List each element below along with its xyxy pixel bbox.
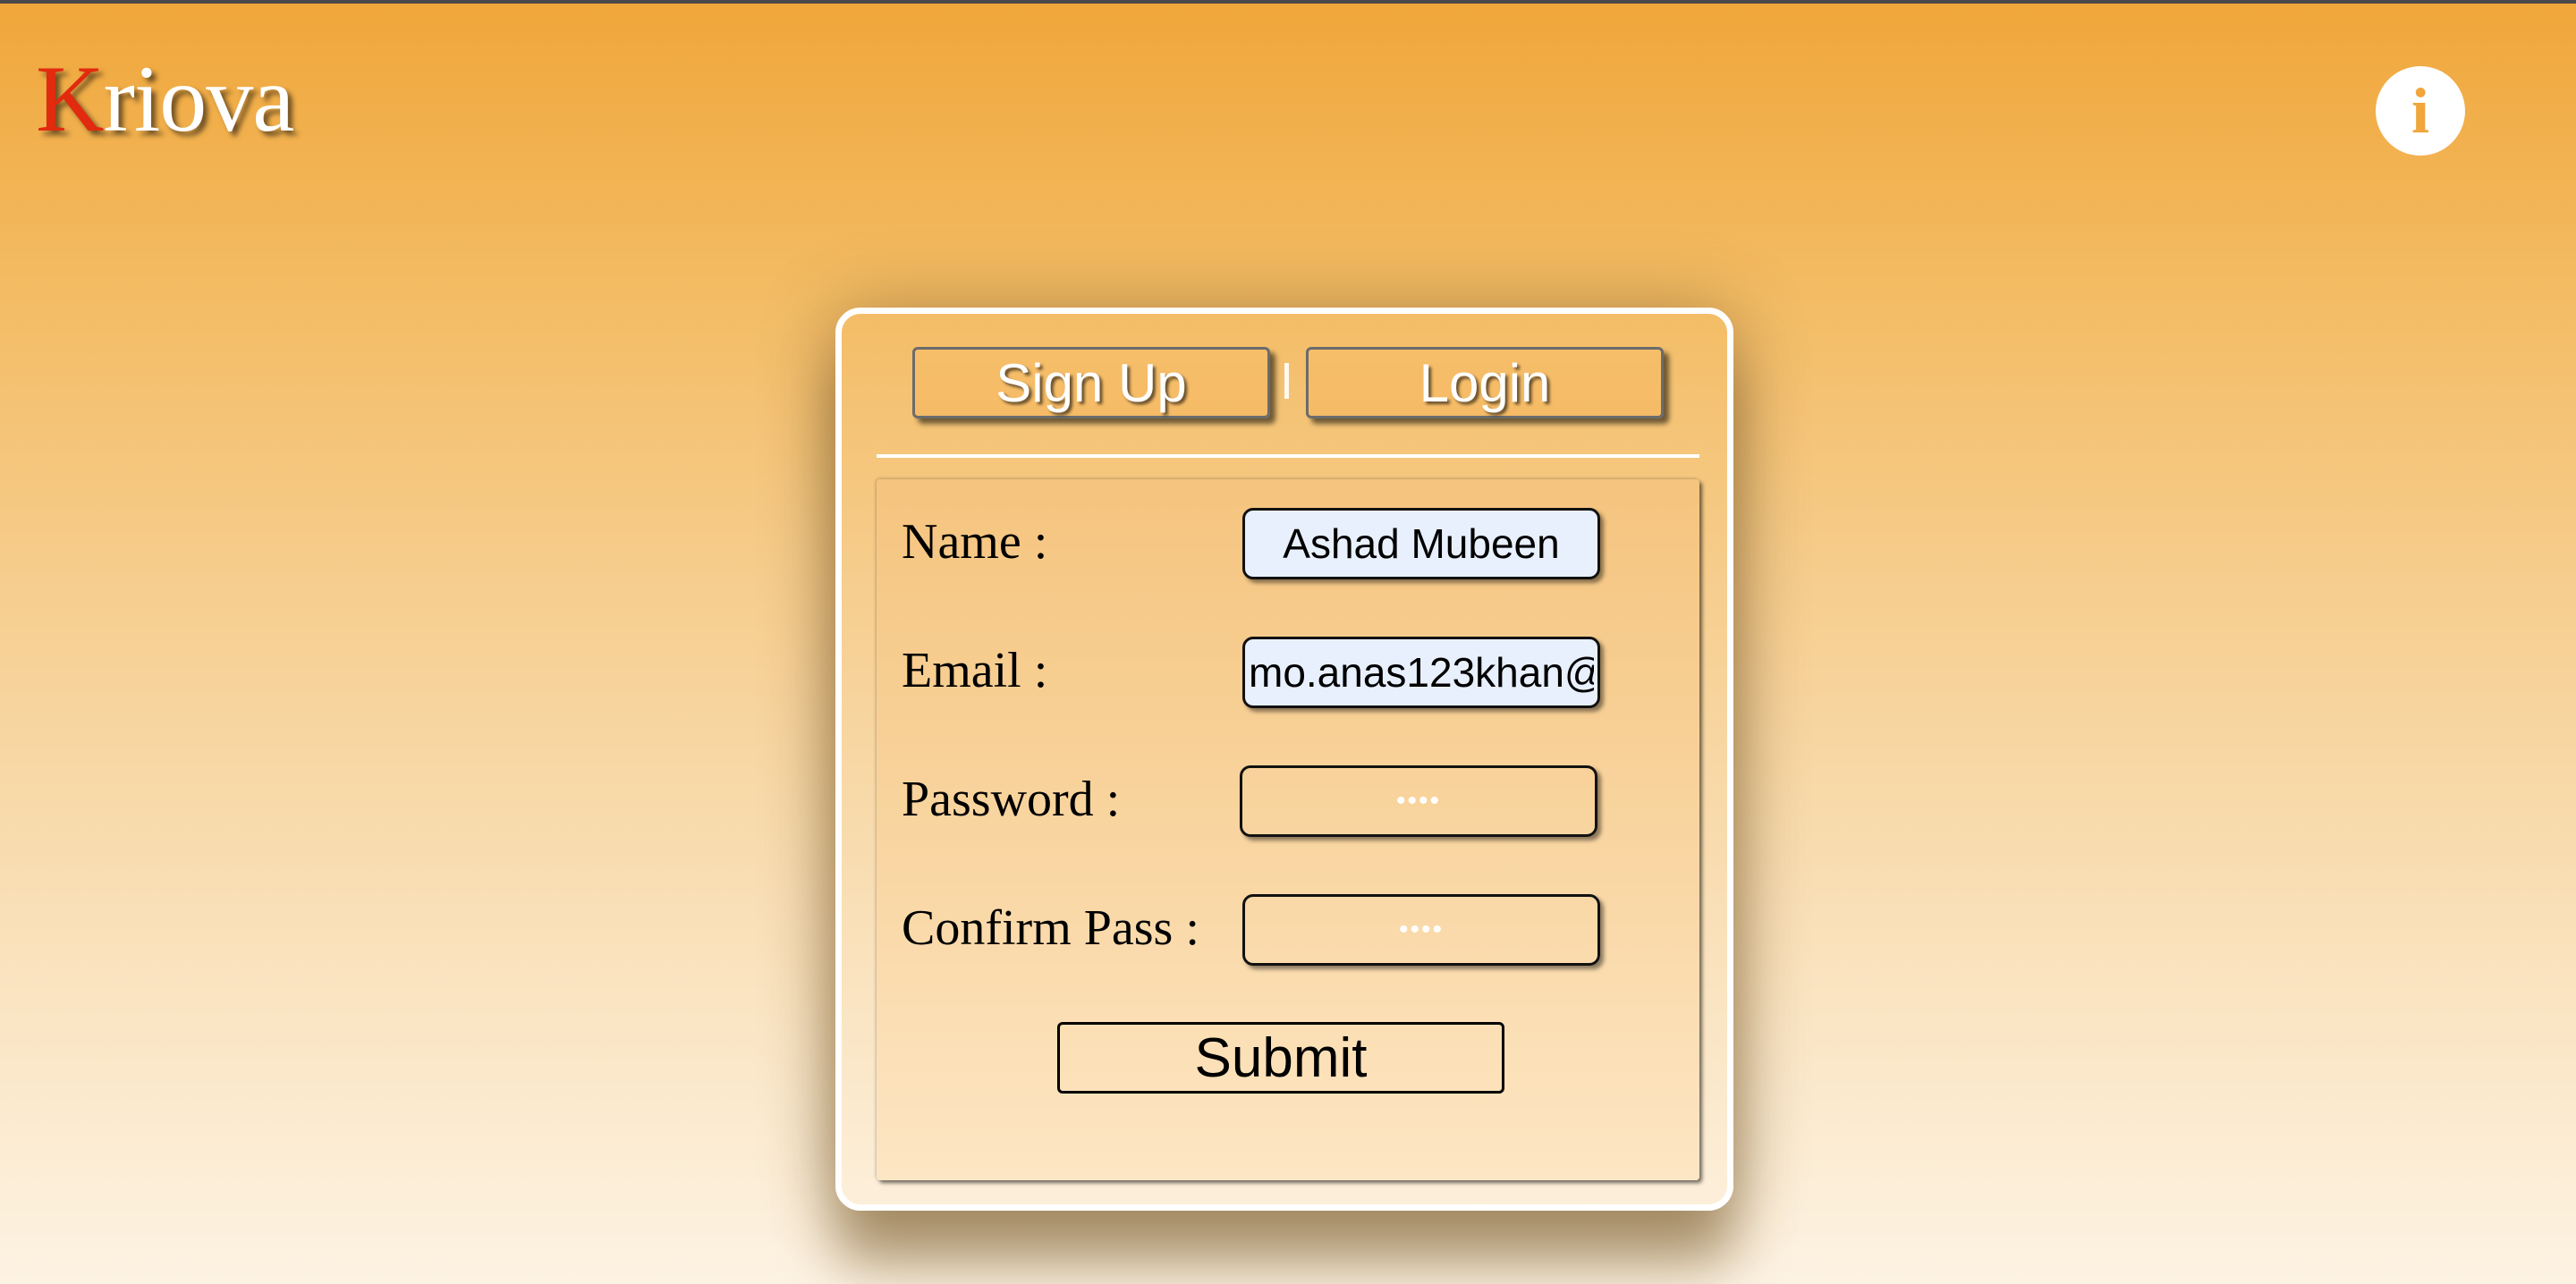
- confirm-password-label: Confirm Pass :: [902, 900, 1199, 956]
- window-top-border: [0, 0, 2576, 4]
- signup-tab-button[interactable]: Sign Up: [912, 347, 1270, 418]
- tab-divider: [877, 454, 1699, 458]
- info-icon[interactable]: i: [2376, 66, 2465, 156]
- name-label: Name :: [902, 514, 1048, 570]
- name-field[interactable]: [1242, 508, 1600, 579]
- email-label: Email :: [902, 643, 1048, 698]
- email-field[interactable]: [1242, 637, 1600, 708]
- app-logo[interactable]: Kriova: [36, 52, 294, 147]
- password-label: Password :: [902, 772, 1121, 827]
- password-field[interactable]: [1240, 765, 1597, 837]
- submit-button[interactable]: Submit: [1057, 1022, 1504, 1094]
- confirm-password-field[interactable]: [1242, 894, 1600, 966]
- tab-separator: [1284, 363, 1289, 399]
- logo-text: riova: [103, 46, 295, 151]
- login-tab-button[interactable]: Login: [1306, 347, 1664, 418]
- logo-initial: K: [36, 46, 105, 151]
